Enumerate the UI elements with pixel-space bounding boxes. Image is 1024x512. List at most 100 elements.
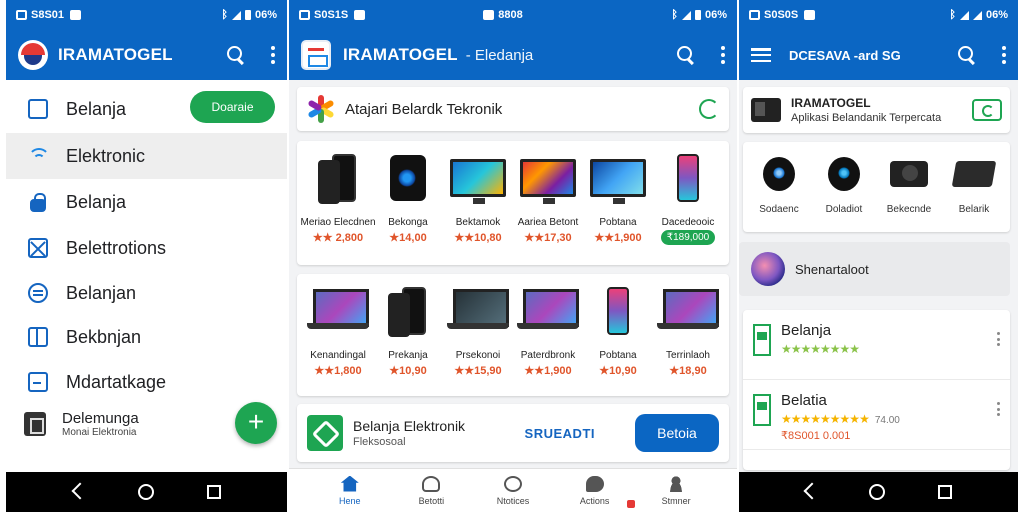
webcam-image xyxy=(828,157,860,191)
promo-banner[interactable]: Atajari Belardk Tekronik xyxy=(297,87,729,131)
phone-drawer-screen: S8S01 ᛒ 06% IRAMATOGEL Belanja Doaraie E… xyxy=(6,0,287,512)
product-card[interactable]: Terrinlaoh ★18,90 xyxy=(653,282,723,377)
product-price: ★★1,900 xyxy=(594,232,642,244)
product-price: ★★ 2,800 xyxy=(312,232,364,244)
package-icon xyxy=(28,327,48,347)
product-price: ★14,00 xyxy=(389,232,427,244)
search-icon[interactable] xyxy=(677,46,695,64)
product-card[interactable]: Bektamok ★★10,80 xyxy=(443,149,513,245)
product-card[interactable]: Meriao Elecdnen ★★ 2,800 xyxy=(300,149,376,245)
app-title: DCESAVA -ard SG xyxy=(789,47,901,63)
product-card[interactable]: Paterdbronk ★★1,900 xyxy=(513,282,583,377)
drawer-item-delemunga[interactable]: Delemunga Monai Elektronia xyxy=(24,410,139,438)
webcam-image xyxy=(763,157,795,191)
search-icon[interactable] xyxy=(958,46,976,64)
category-item[interactable]: Sodaenc xyxy=(749,152,809,215)
drawer-item-elektronic[interactable]: Elektronic xyxy=(6,133,287,179)
drawer-item-bekbnjan[interactable]: Bekbnjan xyxy=(6,314,287,360)
drawer-item-label: Belanjan xyxy=(66,282,137,303)
battery-icon xyxy=(694,10,701,20)
status-time: S0S1S xyxy=(314,9,349,21)
bottom-nav-notices[interactable]: Ntotices xyxy=(483,475,543,506)
monitor-image xyxy=(590,159,646,204)
app-logo-icon xyxy=(301,40,331,70)
drawer-item-label: Belettrotions xyxy=(66,237,167,258)
cta-link[interactable]: SRUEADTI xyxy=(525,426,595,441)
status-right: ᛒ 06% xyxy=(221,9,277,21)
category-item[interactable]: Belarik xyxy=(944,152,1004,215)
more-vert-icon[interactable] xyxy=(997,332,1000,346)
tablet-image xyxy=(607,287,629,335)
app-title: IRAMATOGEL xyxy=(343,45,458,64)
recent-apps-icon[interactable] xyxy=(206,485,221,499)
product-card[interactable]: Bekonga ★14,00 xyxy=(373,149,443,245)
status-bar: S0S0S ᛒ 06% xyxy=(739,0,1018,30)
add-fab-button[interactable]: + xyxy=(235,402,277,444)
drawer-item-belanjan[interactable]: Belanjan xyxy=(6,270,287,316)
cta-button[interactable]: Betoia xyxy=(635,414,719,452)
banner-text: Shenartaloot xyxy=(795,261,869,277)
list-item-title: Belanja xyxy=(781,322,832,339)
system-nav-bar xyxy=(739,472,1018,512)
bluetooth-icon: ᛒ xyxy=(221,9,228,21)
drawer-item-belettrotions[interactable]: Belettrotions xyxy=(6,225,287,271)
battery-percent: 06% xyxy=(254,9,277,21)
recent-apps-icon[interactable] xyxy=(937,485,952,499)
product-card[interactable]: Dacedeooic ₹189,000 xyxy=(653,149,723,245)
product-price: ★10,90 xyxy=(599,365,637,377)
product-name: Pobtana xyxy=(599,217,637,228)
rating-value: 74.00 xyxy=(874,415,900,426)
monitor-image xyxy=(450,159,506,204)
product-card[interactable]: Prsekonoi ★★15,90 xyxy=(443,282,513,377)
search-icon[interactable] xyxy=(227,46,245,64)
bottom-nav-actions[interactable]: Actions xyxy=(565,475,625,506)
category-item[interactable]: Doladiot xyxy=(814,152,874,215)
bluetooth-icon: ᛒ xyxy=(671,9,678,21)
signal-icon xyxy=(972,10,982,20)
product-name: Prsekonoi xyxy=(455,350,501,361)
product-card[interactable]: Aariea Betont ★★17,30 xyxy=(513,149,583,245)
chat-icon xyxy=(28,283,48,303)
product-card[interactable]: Pobtana ★★1,900 xyxy=(583,149,653,245)
drawer-item-label: Bekbnjan xyxy=(66,326,142,347)
user-icon xyxy=(422,475,441,492)
header-subtitle: Aplikasi Belandanik Terpercata xyxy=(791,112,942,124)
status-time: S0S0S xyxy=(764,9,799,21)
drawer-item-label: Belanja xyxy=(66,98,127,119)
product-card[interactable]: Pobtana ★10,90 xyxy=(583,282,653,377)
product-price: ★★1,800 xyxy=(314,365,362,377)
product-price: ★★17,30 xyxy=(524,232,572,244)
product-name: Terrinlaoh xyxy=(666,350,710,361)
refresh-icon[interactable] xyxy=(699,99,719,119)
home-icon[interactable] xyxy=(869,484,886,500)
bottom-nav-betotti[interactable]: Betotti xyxy=(401,475,461,506)
bottom-nav-home[interactable]: Hene xyxy=(320,475,380,506)
drawer-item-mdartatkage[interactable]: Mdartatkage xyxy=(6,359,287,405)
hamburger-menu-icon[interactable] xyxy=(751,48,771,62)
more-vert-icon[interactable] xyxy=(271,46,275,64)
product-card[interactable]: Kenandingal ★★1,800 xyxy=(303,282,373,377)
back-icon[interactable] xyxy=(805,485,817,499)
more-vert-icon[interactable] xyxy=(721,46,725,64)
drawer-action-pill[interactable]: Doaraie xyxy=(190,91,275,123)
refresh-button[interactable] xyxy=(972,99,1002,121)
battery-percent: 06% xyxy=(985,9,1008,21)
list-item[interactable]: Belatia ★★★★★★★★★ 74.00 ₹8S001 0.001 xyxy=(743,380,1010,450)
featured-banner[interactable]: Shenartaloot xyxy=(739,242,1010,296)
home-icon[interactable] xyxy=(137,484,154,500)
category-item[interactable]: Bekecnde xyxy=(879,152,939,215)
back-icon[interactable] xyxy=(73,485,85,499)
product-card[interactable]: Prekanja ★10,90 xyxy=(373,282,443,377)
app-subtitle: - Eledanja xyxy=(465,46,534,64)
list-item[interactable]: Belanja ★★★★★★★★ xyxy=(743,310,1010,380)
screenshot-stage: S8S01 ᛒ 06% IRAMATOGEL Belanja Doaraie E… xyxy=(0,0,1024,512)
product-name: Prekanja xyxy=(388,350,428,361)
close-box-icon xyxy=(28,238,48,258)
drawer-item-belanja-2[interactable]: Belanja xyxy=(6,179,287,225)
more-vert-icon[interactable] xyxy=(997,402,1000,416)
more-vert-icon[interactable] xyxy=(1002,46,1006,64)
drawer-last-title: Delemunga xyxy=(62,410,139,427)
status-center: 8808 xyxy=(483,9,523,21)
app-item-icon xyxy=(753,324,771,356)
bottom-nav-stmner[interactable]: Stmner xyxy=(646,475,706,506)
